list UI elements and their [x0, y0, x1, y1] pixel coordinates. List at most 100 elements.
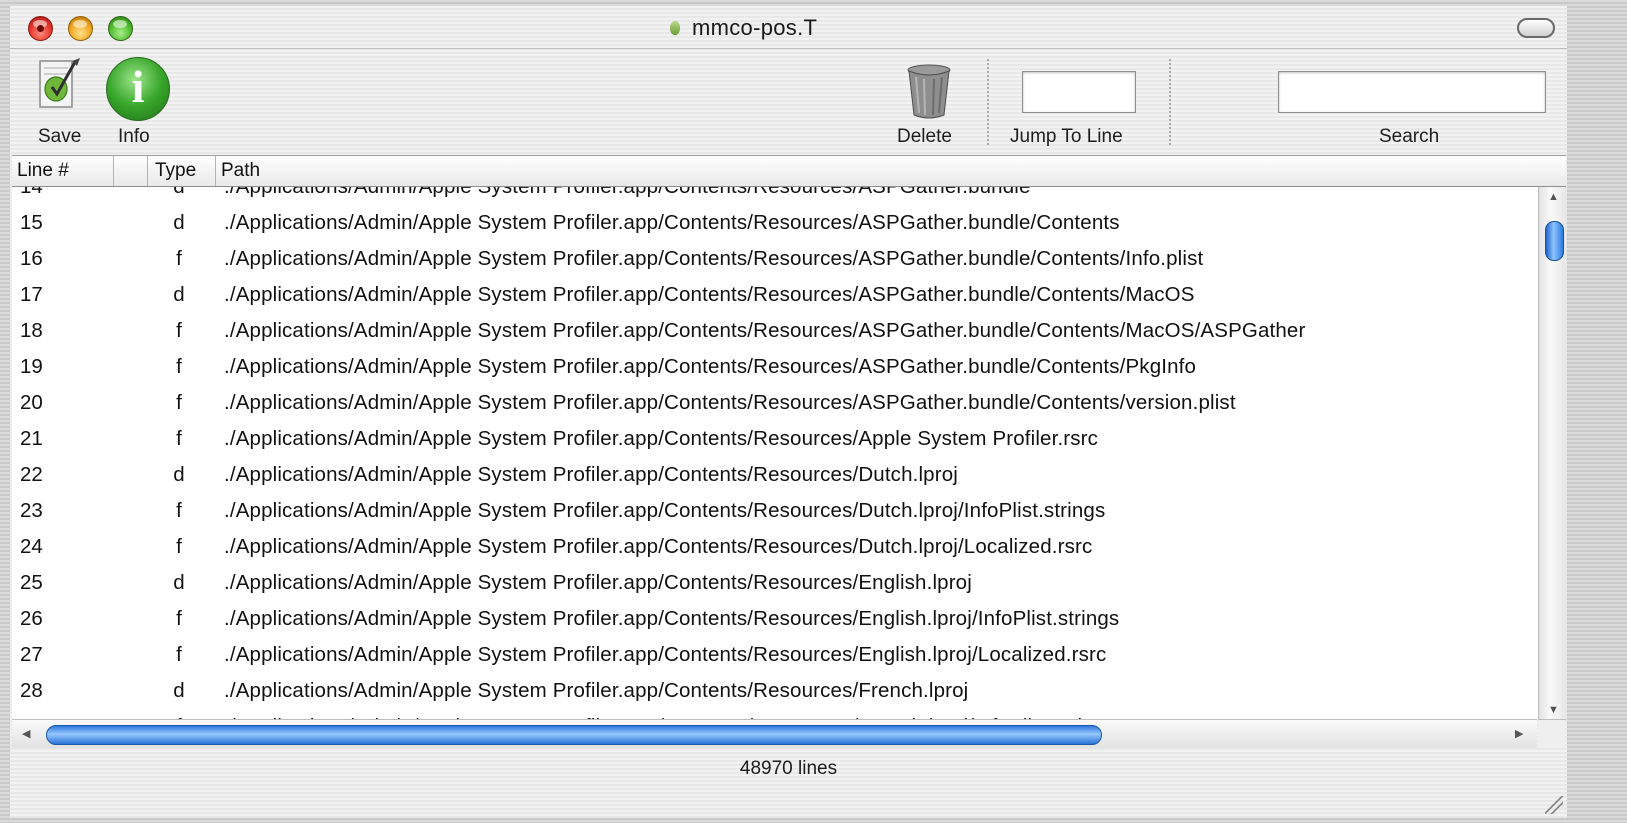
path-cell: ./Applications/Admin/Apple System Profil… [224, 643, 1107, 666]
type-cell: f [176, 247, 182, 270]
zoom-button-icon[interactable] [108, 16, 133, 41]
document-proxy-icon[interactable] [670, 21, 680, 35]
window-title-group: mmco-pos.T [670, 15, 818, 40]
info-icon: i [106, 57, 170, 121]
table-row[interactable]: 28 d ./Applications/Admin/Apple System P… [12, 673, 1537, 709]
type-cell: d [173, 463, 185, 486]
path-cell: ./Applications/Admin/Apple System Profil… [224, 679, 969, 702]
type-cell: f [176, 319, 182, 342]
line-number-cell: 24 [20, 535, 43, 558]
type-cell: d [173, 571, 185, 594]
path-cell: ./Applications/Admin/Apple System Profil… [224, 463, 958, 486]
jump-to-line-field[interactable] [1022, 71, 1136, 113]
column-header-line[interactable]: Line # [12, 156, 114, 186]
path-cell: ./Applications/Admin/Apple System Profil… [224, 571, 972, 594]
path-cell: ./Applications/Admin/Apple System Profil… [224, 427, 1099, 450]
minimize-button-icon[interactable] [68, 16, 93, 41]
vertical-scrollbar[interactable]: ▲ ▼ [1538, 187, 1567, 720]
line-number-cell: 21 [20, 427, 43, 450]
window-title: mmco-pos.T [692, 15, 818, 40]
toolbar: Save i Info Delete Jump To Line Search [10, 49, 1567, 153]
line-number-cell: 23 [20, 499, 43, 522]
save-label: Save [38, 126, 82, 147]
toolbar-separator [1169, 59, 1171, 145]
column-header-path[interactable]: Path [216, 156, 1566, 186]
line-number-cell: 27 [20, 643, 43, 666]
search-input[interactable] [1279, 72, 1545, 112]
path-cell: ./Applications/Admin/Apple System Profil… [224, 319, 1306, 342]
column-header-type[interactable]: Type [148, 156, 216, 186]
table-header: Line # Type Path [12, 156, 1566, 187]
scroll-left-arrow-icon[interactable]: ◀ [22, 727, 30, 740]
type-cell: f [176, 643, 182, 666]
scroll-down-arrow-icon[interactable]: ▼ [1548, 704, 1559, 716]
table-row[interactable]: 14 d ./Applications/Admin/Apple System P… [12, 187, 1537, 205]
type-cell: d [173, 283, 185, 306]
line-number-cell: 20 [20, 391, 43, 414]
line-number-cell: 25 [20, 571, 43, 594]
table-row[interactable]: 21 f ./Applications/Admin/Apple System P… [12, 421, 1537, 457]
type-cell: f [176, 427, 182, 450]
file-list-table: Line # Type Path 14 d ./Applications/Adm… [12, 155, 1567, 720]
table-row[interactable]: 16 f ./Applications/Admin/Apple System P… [12, 241, 1537, 277]
table-body: 14 d ./Applications/Admin/Apple System P… [12, 187, 1537, 720]
path-cell: ./Applications/Admin/Apple System Profil… [224, 211, 1120, 234]
path-cell: ./Applications/Admin/Apple System Profil… [224, 187, 1031, 205]
table-row[interactable]: 25 d ./Applications/Admin/Apple System P… [12, 565, 1537, 601]
table-row[interactable]: 26 f ./Applications/Admin/Apple System P… [12, 601, 1537, 637]
info-label: Info [118, 126, 150, 147]
type-cell: f [176, 499, 182, 522]
horizontal-scroll-thumb[interactable] [46, 725, 1102, 745]
line-number-cell: 28 [20, 679, 43, 702]
close-button-icon[interactable] [28, 16, 53, 41]
type-cell: f [176, 355, 182, 378]
app-window: mmco-pos.T Save i Info Delete Jump To Li… [10, 6, 1567, 818]
line-number-cell: 17 [20, 283, 43, 306]
line-number-cell: 19 [20, 355, 43, 378]
table-row[interactable]: 24 f ./Applications/Admin/Apple System P… [12, 529, 1537, 565]
search-label: Search [1379, 126, 1440, 147]
resize-grip-icon[interactable] [1545, 796, 1563, 814]
type-cell: d [172, 187, 186, 205]
path-cell: ./Applications/Admin/Apple System Profil… [224, 535, 1093, 558]
path-cell: ./Applications/Admin/Apple System Profil… [224, 247, 1204, 270]
type-cell: f [176, 391, 182, 414]
scroll-up-arrow-icon[interactable]: ▲ [1548, 191, 1559, 203]
column-header-spacer [114, 156, 148, 186]
search-field[interactable] [1278, 71, 1546, 113]
table-row[interactable]: 22 d ./Applications/Admin/Apple System P… [12, 457, 1537, 493]
scroll-right-arrow-icon[interactable]: ▶ [1515, 727, 1523, 740]
table-rows: 14 d ./Applications/Admin/Apple System P… [12, 187, 1537, 720]
table-row[interactable]: 17 d ./Applications/Admin/Apple System P… [12, 277, 1537, 313]
path-cell: ./Applications/Admin/Apple System Profil… [224, 607, 1120, 630]
line-number-cell: 26 [20, 607, 43, 630]
jump-to-line-input[interactable] [1023, 72, 1135, 112]
trash-icon [907, 64, 951, 119]
type-cell: d [173, 679, 185, 702]
line-number-cell: 14 [20, 187, 43, 205]
scroll-corner [1538, 719, 1566, 748]
type-cell: f [176, 535, 182, 558]
line-number-cell: 16 [20, 247, 43, 270]
table-row[interactable]: 20 f ./Applications/Admin/Apple System P… [12, 385, 1537, 421]
toolbar-toggle-button[interactable] [1517, 18, 1555, 38]
line-number-cell: 18 [20, 319, 43, 342]
path-cell: ./Applications/Admin/Apple System Profil… [224, 355, 1197, 378]
line-number-cell: 15 [20, 211, 43, 234]
jump-to-line-label: Jump To Line [1010, 126, 1123, 147]
table-row[interactable]: 27 f ./Applications/Admin/Apple System P… [12, 637, 1537, 673]
toolbar-separator [987, 59, 989, 145]
line-number-cell: 22 [20, 463, 43, 486]
table-row[interactable]: 15 d ./Applications/Admin/Apple System P… [12, 205, 1537, 241]
table-row[interactable]: 23 f ./Applications/Admin/Apple System P… [12, 493, 1537, 529]
delete-label: Delete [897, 126, 952, 147]
horizontal-scrollbar[interactable]: ◀ ▶ [12, 719, 1537, 748]
path-cell: ./Applications/Admin/Apple System Profil… [224, 499, 1106, 522]
table-row[interactable]: 18 f ./Applications/Admin/Apple System P… [12, 313, 1537, 349]
path-cell: ./Applications/Admin/Apple System Profil… [224, 391, 1236, 414]
path-cell: ./Applications/Admin/Apple System Profil… [224, 283, 1195, 306]
save-icon [39, 58, 80, 108]
title-bar[interactable]: mmco-pos.T [10, 6, 1567, 49]
table-row[interactable]: 19 f ./Applications/Admin/Apple System P… [12, 349, 1537, 385]
vertical-scroll-thumb[interactable] [1545, 221, 1564, 261]
